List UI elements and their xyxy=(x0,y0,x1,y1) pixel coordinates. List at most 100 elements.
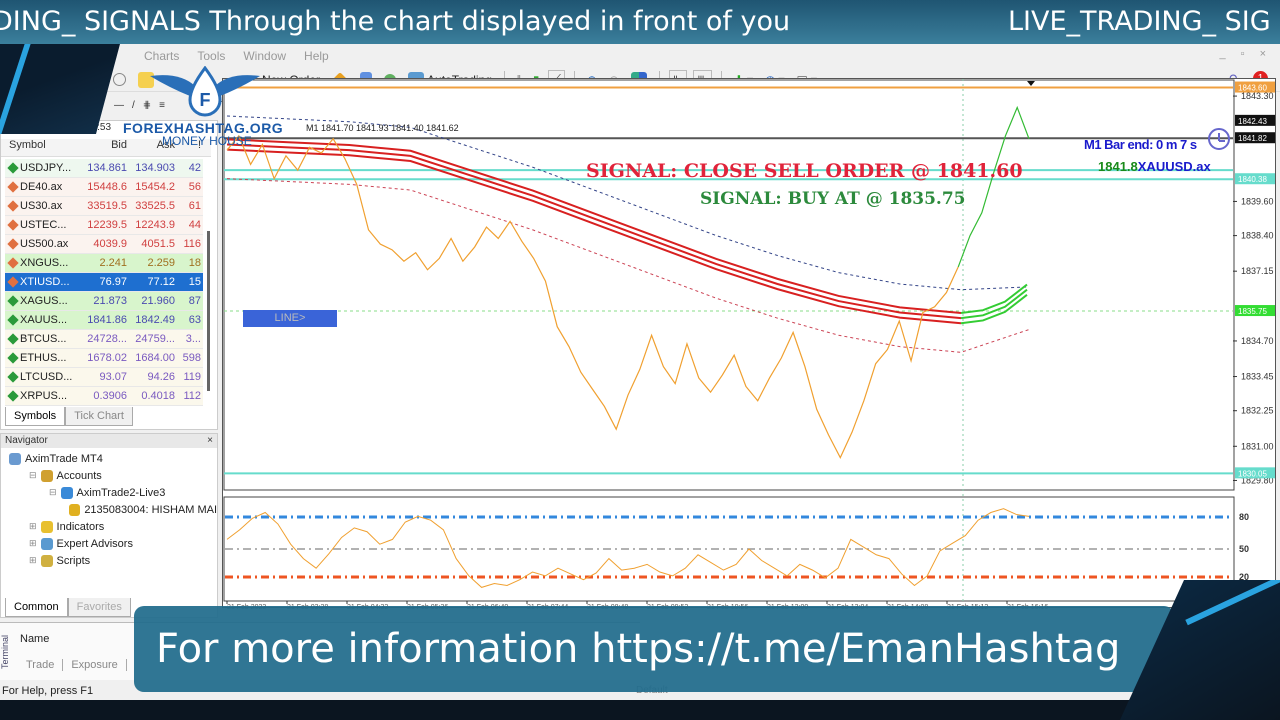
col-symbol[interactable]: Symbol xyxy=(1,139,79,156)
crosshair-button[interactable] xyxy=(110,70,129,90)
price-chart[interactable]: 1843.30 1839.60 1838.40 1837.15 1834.70 1833.… xyxy=(222,78,1276,611)
navigator-item[interactable]: ⊟ AximTrade2-Live3 xyxy=(1,484,217,501)
arrow-up-icon xyxy=(7,162,19,174)
clock-icon xyxy=(1208,128,1230,150)
banner-left-text: DING_ SIGNALS Through the chart displaye… xyxy=(0,6,791,37)
navigator-item-label: Expert Advisors xyxy=(56,537,133,550)
window-controls[interactable]: _ ▫ × xyxy=(1219,48,1272,60)
price-tag-label: 1835.75 xyxy=(1238,307,1267,316)
menu-help[interactable]: Help xyxy=(304,49,329,63)
trendline-tool[interactable]: / xyxy=(132,100,135,111)
chart-shift-marker xyxy=(1027,81,1035,86)
row-symbol: DE40.ax xyxy=(5,181,79,193)
arrow-down-icon xyxy=(7,200,19,212)
market-watch-row[interactable]: XTIUSD... 76.97 77.12 15 xyxy=(5,273,203,292)
expand-icon[interactable]: ⊞ xyxy=(29,538,37,549)
oscillator-level-label: 80 xyxy=(1239,512,1249,522)
navigator-item[interactable]: ⊞ Scripts xyxy=(1,552,217,569)
navigator-item-label: Accounts xyxy=(56,469,102,482)
navigator-title-text: Navigator xyxy=(5,435,48,446)
oscillator-level-label: 50 xyxy=(1239,544,1249,554)
market-watch-row[interactable]: XRPUS... 0.3906 0.4018 112 xyxy=(5,387,203,406)
row-bid: 0.3906 xyxy=(93,390,127,402)
market-watch-row[interactable]: US30.ax 33519.5 33525.5 61 xyxy=(5,197,203,216)
arrow-up-icon xyxy=(7,371,19,383)
row-bid: 93.07 xyxy=(99,371,127,383)
collapse-icon[interactable]: ⊟ xyxy=(29,470,37,481)
col-bid[interactable]: Bid xyxy=(79,139,127,156)
current-price: 1841.8 xyxy=(1098,159,1138,174)
collapse-icon[interactable]: ⊟ xyxy=(49,487,57,498)
row-bid: 2.241 xyxy=(99,257,127,269)
price-tag-label: 1841.82 xyxy=(1238,134,1267,143)
row-symbol: US30.ax xyxy=(5,200,79,212)
tab-trade[interactable]: Trade xyxy=(18,659,64,671)
symbol-text: US500.ax xyxy=(20,238,69,250)
server-icon xyxy=(60,486,73,499)
arrow-up-icon xyxy=(7,390,19,402)
market-watch-row[interactable]: USTEC... 12239.5 12243.9 44 xyxy=(5,216,203,235)
expert-advisors-icon xyxy=(40,537,53,550)
symbol-name: XAUUSD.ax xyxy=(1137,159,1211,174)
crosshair-icon xyxy=(113,73,126,86)
symbol-text: XTIUSD... xyxy=(20,276,70,288)
navigator-item-label: AximTrade MT4 xyxy=(25,452,103,465)
market-watch-row[interactable]: DE40.ax 15448.6 15454.2 56 xyxy=(5,178,203,197)
menu-charts[interactable]: Charts xyxy=(144,49,179,63)
arrow-up-icon xyxy=(7,314,19,326)
price-tick-label: 1833.45 xyxy=(1241,372,1274,382)
hline-tool[interactable]: — xyxy=(114,100,124,111)
tab-common[interactable]: Common xyxy=(5,598,68,617)
bar-end-timer: M1 Bar end: 0 m 7 s xyxy=(1084,137,1197,152)
navigator-item[interactable]: 2135083004: HISHAM MAI xyxy=(1,501,217,518)
market-watch-row[interactable]: ETHUS... 1678.02 1684.00 598 xyxy=(5,349,203,368)
row-symbol: XNGUS... xyxy=(5,257,79,269)
arrow-down-icon xyxy=(7,238,19,250)
accounts-icon xyxy=(40,469,53,482)
scripts-icon xyxy=(40,554,53,567)
row-spread: 87 xyxy=(188,295,201,307)
row-symbol: XTIUSD... xyxy=(5,276,79,288)
line-button[interactable]: LINE> xyxy=(243,310,337,327)
market-watch-rows: USDJPY... 134.861 134.903 42 DE40.ax 1544… xyxy=(5,159,203,406)
row-bid: 33519.5 xyxy=(87,200,127,212)
menu-window[interactable]: Window xyxy=(243,49,286,63)
expand-icon[interactable]: ⊞ xyxy=(29,521,37,532)
close-icon[interactable]: × xyxy=(207,434,213,448)
row-bid: 1678.02 xyxy=(87,352,127,364)
expand-icon[interactable]: ⊞ xyxy=(29,555,37,566)
navigator-item[interactable]: ⊞ Indicators xyxy=(1,518,217,535)
arrow-up-icon xyxy=(7,333,19,345)
market-watch-scrollbar[interactable] xyxy=(207,231,210,391)
price-tick-label: 1837.15 xyxy=(1241,266,1274,276)
market-watch-row[interactable]: BTCUS... 24728... 24759... 3... xyxy=(5,330,203,349)
symbol-text: XNGUS... xyxy=(20,257,69,269)
terminal-name-header[interactable]: Name xyxy=(20,633,49,645)
navigator-item[interactable]: ⊟ Accounts xyxy=(1,467,217,484)
price-line-bullish xyxy=(957,105,1030,268)
market-watch-row[interactable]: USDJPY... 134.861 134.903 42 xyxy=(5,159,203,178)
navigator-item[interactable]: ⊞ Expert Advisors xyxy=(1,535,217,552)
row-spread: 63 xyxy=(188,314,201,326)
market-watch-row[interactable]: XAGUS... 21.873 21.960 87 xyxy=(5,292,203,311)
market-watch-row[interactable]: US500.ax 4039.9 4051.5 116 xyxy=(5,235,203,254)
tab-tick-chart[interactable]: Tick Chart xyxy=(65,407,133,426)
tab-symbols[interactable]: Symbols xyxy=(5,407,66,426)
row-spread: 42 xyxy=(188,162,201,174)
market-watch-row[interactable]: LTCUSD... 93.07 94.26 119 xyxy=(5,368,203,387)
tab-exposure[interactable]: Exposure xyxy=(63,659,127,671)
row-symbol: US500.ax xyxy=(5,238,79,250)
symbol-text: BTCUS... xyxy=(20,333,67,345)
row-ask: 1842.49 xyxy=(135,314,175,326)
arrow-up-icon xyxy=(7,352,19,364)
market-watch-row[interactable]: XAUUS... 1841.86 1842.49 63 xyxy=(5,311,203,330)
market-watch-row[interactable]: XNGUS... 2.241 2.259 18 xyxy=(5,254,203,273)
navigator-item[interactable]: AximTrade MT4 xyxy=(1,450,217,467)
title-banner: DING_ SIGNALS Through the chart displaye… xyxy=(0,0,1280,44)
symbol-price: 1841.8XAUUSD.ax xyxy=(1098,159,1211,174)
tab-favorites[interactable]: Favorites xyxy=(67,598,131,617)
price-tick-label: 1831.00 xyxy=(1241,441,1274,451)
row-bid: 12239.5 xyxy=(87,219,127,231)
row-ask: 94.26 xyxy=(147,371,175,383)
menu-tools[interactable]: Tools xyxy=(197,49,225,63)
